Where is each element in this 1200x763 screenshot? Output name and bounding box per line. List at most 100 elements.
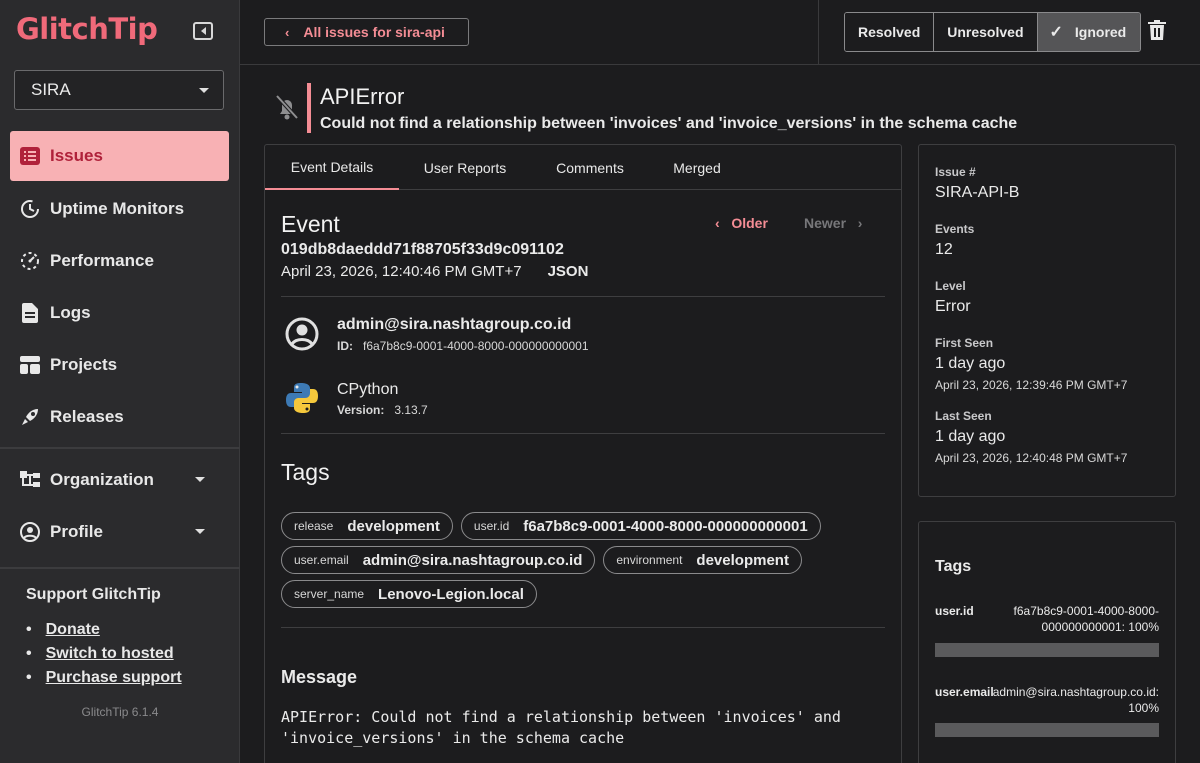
sidebar-item-logs[interactable]: Logs [10, 288, 229, 338]
tag-summary-bar[interactable] [935, 723, 1159, 737]
notification-muted-icon [275, 94, 299, 120]
tags-list: release development user.id f6a7b8c9-0001-… [281, 512, 885, 608]
tab-comments[interactable]: Comments [531, 145, 649, 190]
sidebar-item-label: Issues [50, 146, 103, 165]
issue-title: APIError [320, 84, 405, 109]
sidebar: GlitchTip SIRA Issues Uptime Monitors Pe… [0, 0, 240, 763]
performance-icon [20, 251, 40, 271]
tag-value: Lenovo-Legion.local [378, 585, 524, 603]
sidebar-item-label: Projects [50, 355, 118, 374]
sidebar-item-organization[interactable]: Organization [10, 455, 229, 505]
json-link[interactable]: JSON [548, 263, 589, 280]
divider [281, 296, 885, 297]
level-label: Level [935, 279, 966, 293]
tag-summary-value: f6a7b8c9-0001-4000-8000- 000000000001: 1… [1014, 603, 1159, 635]
chevron-down-icon [195, 529, 205, 534]
issue-title-accent [307, 83, 311, 133]
tag-summary-value: admin@sira.nashtagroup.co.id: 100% [993, 684, 1159, 716]
tag-pill[interactable]: user.email admin@sira.nashtagroup.co.id [281, 546, 596, 574]
uptime-icon [20, 199, 40, 219]
user-id: ID: f6a7b8c9-0001-4000-8000-000000000001 [337, 339, 589, 353]
tag-summary-value-line: f6a7b8c9-0001-4000-8000- [1013, 604, 1159, 618]
issue-meta-card: Issue # SIRA-API-B Events 12 Level Error… [918, 144, 1176, 497]
message-heading: Message [281, 667, 358, 687]
sidebar-item-projects[interactable]: Projects [10, 340, 229, 390]
switch-to-hosted-link[interactable]: Switch to hosted [46, 645, 174, 663]
resolved-button[interactable]: Resolved [845, 13, 935, 51]
tag-value: admin@sira.nashtagroup.co.id [362, 551, 583, 569]
tag-summary-value-line: 000000000001: 100% [1041, 620, 1159, 634]
events-label: Events [935, 222, 975, 236]
tab-merged[interactable]: Merged [649, 145, 745, 190]
user-id-value: f6a7b8c9-0001-4000-8000-000000000001 [363, 339, 589, 353]
ignored-label: Ignored [1074, 24, 1127, 40]
check-icon: ✓ [1049, 24, 1063, 41]
organization-select-value: SIRA [31, 80, 71, 99]
purchase-support-link[interactable]: Purchase support [46, 669, 182, 687]
older-event-button[interactable]: ‹ Older [715, 215, 768, 231]
back-to-issues-button[interactable]: ‹ All issues for sira-api [264, 18, 469, 46]
runtime-name: CPython [337, 381, 399, 398]
user-id-label: ID: [337, 339, 353, 353]
divider [281, 627, 885, 628]
tag-key: user.id [473, 519, 510, 533]
chevron-down-icon [199, 88, 209, 93]
ignored-button[interactable]: ✓ Ignored [1037, 13, 1141, 51]
last-seen-label: Last Seen [935, 409, 992, 423]
organization-select[interactable]: SIRA [14, 70, 224, 110]
sidebar-item-uptime-monitors[interactable]: Uptime Monitors [10, 184, 229, 234]
collapse-sidebar-icon[interactable] [193, 22, 213, 40]
sidebar-item-label: Organization [50, 470, 154, 489]
runtime-version-value: 3.13.7 [394, 403, 428, 417]
glitchtip-logo[interactable]: GlitchTip [16, 12, 158, 46]
tag-pill[interactable]: user.id f6a7b8c9-0001-4000-8000-000000000… [460, 512, 821, 540]
sidebar-divider [0, 567, 240, 569]
sidebar-item-label: Profile [50, 522, 103, 541]
tag-summary-bar[interactable] [935, 643, 1159, 657]
donate-link[interactable]: Donate [46, 621, 100, 639]
tag-summary-key: user.email [935, 685, 994, 699]
divider [281, 433, 885, 434]
event-card: Event Details User Reports Comments Merg… [264, 144, 902, 763]
tags-summary-heading: Tags [935, 558, 972, 575]
first-seen-value: 1 day ago [935, 355, 1006, 372]
runtime-version-label: Version: [337, 403, 385, 417]
event-date: April 23, 2026, 12:40:46 PM GMT+7 JSON [281, 263, 588, 280]
support-links: Donate Switch to hosted Purchase support [26, 618, 182, 690]
user-email: admin@sira.nashtagroup.co.id [337, 316, 572, 333]
sidebar-item-releases[interactable]: Releases [10, 392, 229, 442]
older-label: Older [731, 215, 768, 231]
last-seen-value: 1 day ago [935, 428, 1006, 445]
tag-summary-value-line: 100% [1128, 701, 1159, 715]
tag-key: server_name [294, 587, 365, 601]
newer-event-button[interactable]: Newer › [804, 215, 862, 231]
tag-pill[interactable]: environment development [603, 546, 802, 574]
sidebar-item-label: Releases [50, 407, 124, 426]
tab-event-details[interactable]: Event Details [265, 145, 399, 190]
app-version: GlitchTip 6.1.4 [81, 705, 159, 719]
back-button-label: All issues for sira-api [303, 24, 445, 40]
event-id: 019db8daeddd71f88705f33d9c091102 [281, 241, 564, 258]
sidebar-item-label: Performance [50, 251, 154, 270]
tag-pill[interactable]: release development [281, 512, 453, 540]
sidebar-item-label: Uptime Monitors [50, 199, 185, 218]
tags-heading: Tags [281, 459, 330, 485]
tag-pill[interactable]: server_name Lenovo-Legion.local [281, 580, 537, 608]
releases-icon [20, 407, 40, 427]
tag-key: environment [616, 553, 683, 567]
runtime-version: Version: 3.13.7 [337, 403, 428, 417]
tag-key: release [294, 519, 334, 533]
tab-user-reports[interactable]: User Reports [399, 145, 531, 190]
unresolved-button[interactable]: Unresolved [934, 13, 1038, 51]
chevron-left-icon: ‹ [285, 24, 290, 40]
tag-key: user.email [294, 553, 349, 567]
projects-icon [20, 355, 40, 375]
last-seen-date: April 23, 2026, 12:40:48 PM GMT+7 [935, 451, 1128, 465]
sidebar-divider [0, 447, 240, 449]
list-item: Switch to hosted [26, 642, 182, 666]
trash-icon[interactable] [1148, 20, 1166, 40]
sidebar-item-profile[interactable]: Profile [10, 507, 229, 557]
profile-icon [20, 522, 40, 542]
sidebar-item-performance[interactable]: Performance [10, 236, 229, 286]
sidebar-item-issues[interactable]: Issues [10, 131, 229, 181]
